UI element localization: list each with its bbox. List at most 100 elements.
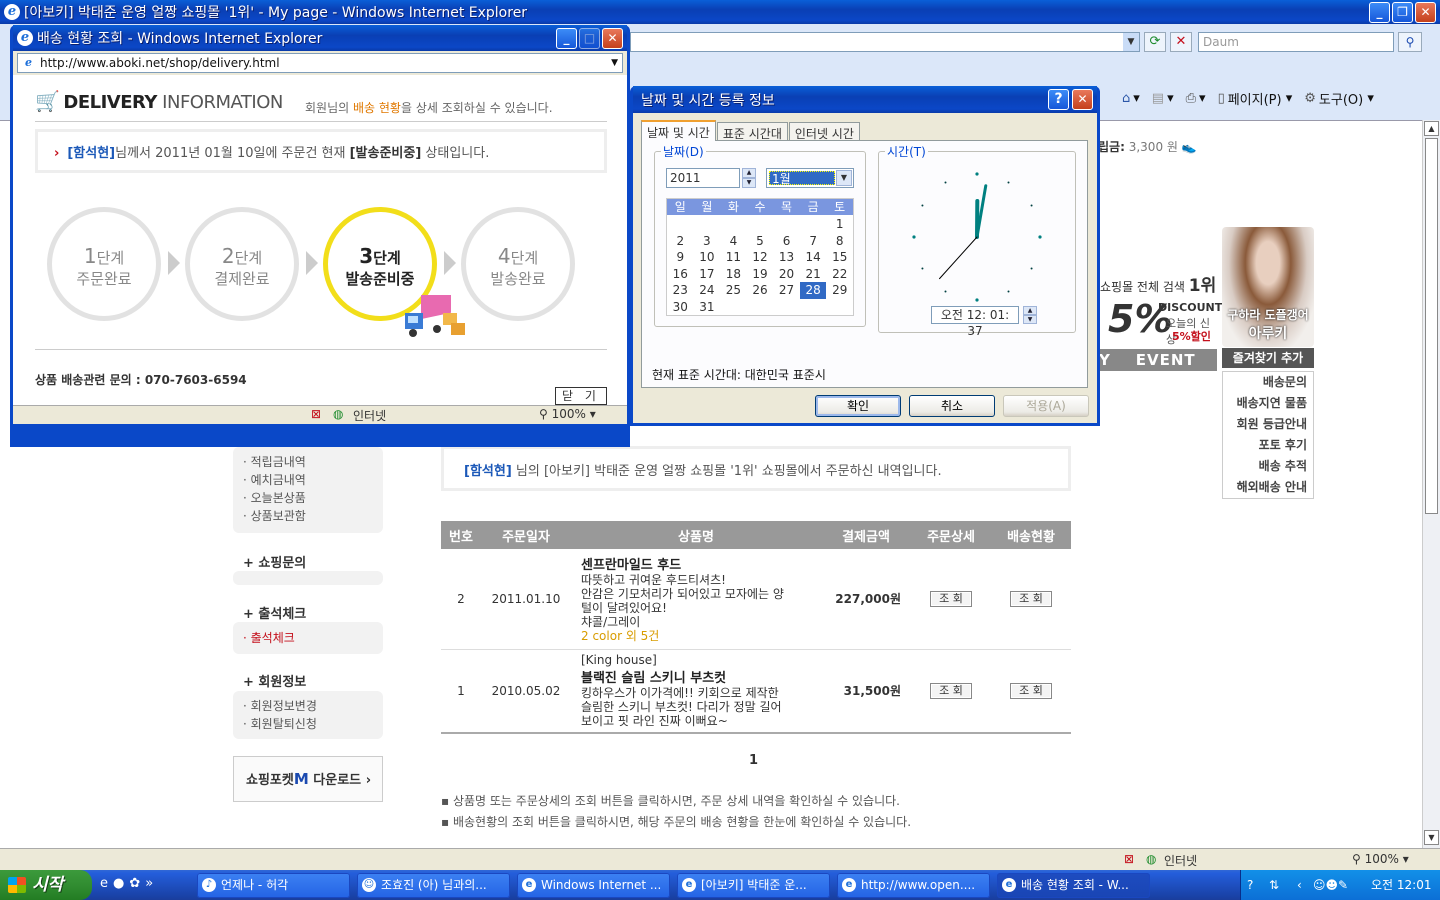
print-icon[interactable]: ⎙ ▾ bbox=[1186, 91, 1206, 106]
media-icon[interactable]: ✿ bbox=[129, 876, 140, 891]
chevron-right-icon[interactable]: » bbox=[145, 876, 153, 891]
event-menu-bar[interactable]: Y EVENT bbox=[1095, 349, 1217, 371]
product-name[interactable]: 블랙진 슬림 스키니 부츠컷 bbox=[581, 667, 821, 686]
sidebar-item-wishlist[interactable]: · 상품보관함 bbox=[243, 507, 373, 525]
month-select[interactable]: 1월 ▼ bbox=[766, 168, 854, 188]
refresh-icon[interactable]: ⟳ bbox=[1144, 32, 1166, 52]
calendar-day[interactable]: 12 bbox=[747, 249, 774, 266]
tab-date-time[interactable]: 날짜 및 시간 bbox=[641, 120, 716, 141]
scroll-thumb[interactable] bbox=[1425, 138, 1438, 514]
discount-banner[interactable]: 5% DISCOUNT 오늘의 신상 5%할인 bbox=[1108, 297, 1222, 347]
tools-menu[interactable]: ⚙ 도구(O) ▾ bbox=[1304, 89, 1374, 108]
task-button[interactable]: ♪ 언제나 - 허각 bbox=[197, 873, 350, 898]
task-button[interactable]: e http://www.open.... bbox=[837, 873, 990, 898]
calendar-day[interactable]: 26 bbox=[747, 282, 774, 299]
year-spinner[interactable]: ▲ ▼ bbox=[742, 168, 756, 188]
sidebar-item-attendance[interactable]: · 출석체크 bbox=[243, 624, 373, 652]
scroll-down-icon[interactable]: ▼ bbox=[1424, 830, 1439, 845]
scroll-up-icon[interactable]: ▲ bbox=[1424, 121, 1439, 136]
calendar-day[interactable]: 9 bbox=[667, 249, 694, 266]
close-window-button[interactable]: ✕ bbox=[602, 27, 623, 49]
sidebar-head-attendance[interactable]: + 출석체크 bbox=[243, 603, 306, 622]
chevron-down-icon[interactable]: ▼ bbox=[611, 54, 618, 72]
tab-timezone[interactable]: 표준 시간대 bbox=[716, 122, 788, 141]
calendar-day[interactable]: 5 bbox=[747, 233, 774, 250]
quick-menu-item[interactable]: 배송 추적 bbox=[1223, 456, 1313, 477]
quick-menu-item[interactable]: 회원 등급안내 bbox=[1223, 414, 1313, 435]
search-input[interactable]: Daum bbox=[1198, 32, 1394, 52]
app-download-button[interactable]: 쇼핑포켓M 다운로드 › bbox=[233, 756, 383, 802]
delivery-status-button[interactable]: 조 회 bbox=[1010, 682, 1052, 699]
calendar-day[interactable]: 29 bbox=[826, 282, 853, 299]
sidebar-item-deposit[interactable]: · 예치금내역 bbox=[243, 471, 373, 489]
calendar-day[interactable]: 24 bbox=[694, 282, 721, 299]
calendar-day[interactable]: 1 bbox=[826, 216, 853, 233]
clock[interactable]: 오전 12:01 bbox=[1371, 870, 1431, 900]
calendar-day[interactable]: 23 bbox=[667, 282, 694, 299]
delivery-address-bar[interactable]: e http://www.aboki.net/shop/delivery.htm… bbox=[17, 53, 623, 73]
pagination-page[interactable]: 1 bbox=[749, 753, 758, 768]
sidebar-item-member-withdraw[interactable]: · 회원탈퇴신청 bbox=[243, 715, 373, 733]
zoom-control[interactable]: ⚲ 100% ▾ bbox=[539, 407, 596, 421]
delivery-status-button[interactable]: 조 회 bbox=[1010, 590, 1052, 607]
quick-menu-item[interactable]: 배송문의 bbox=[1223, 372, 1313, 393]
tray-icons[interactable]: ☺☻✎ bbox=[1313, 870, 1348, 900]
calendar-day[interactable]: 4 bbox=[720, 233, 747, 250]
calendar-day[interactable]: 7 bbox=[800, 233, 827, 250]
task-button[interactable]: e [아보키] 박태준 운... bbox=[677, 873, 830, 898]
product-cell[interactable]: [King house] 블랙진 슬림 스키니 부츠컷 킹하우스가 이가격에!!… bbox=[571, 649, 821, 734]
restore-button[interactable]: ❐ bbox=[1392, 1, 1413, 23]
page-menu[interactable]: ▯ 페이지(P) ▾ bbox=[1218, 89, 1293, 108]
sidebar-head-shop-inquiry[interactable]: + 쇼핑문의 bbox=[243, 552, 306, 571]
calendar-day[interactable]: 11 bbox=[720, 249, 747, 266]
feeds-icon[interactable]: ▤ ▾ bbox=[1152, 91, 1174, 106]
calendar-day[interactable]: 2 bbox=[667, 233, 694, 250]
zoom-control[interactable]: ⚲ 100% ▾ bbox=[1352, 852, 1409, 866]
calendar-day[interactable]: 8 bbox=[826, 233, 853, 250]
calendar-day[interactable]: 18 bbox=[720, 266, 747, 283]
address-dropdown-icon[interactable]: ▼ bbox=[1123, 33, 1139, 51]
help-icon[interactable]: ? bbox=[1247, 870, 1253, 900]
time-input[interactable]: 오전 12: 01: 37 bbox=[931, 306, 1019, 338]
order-detail-button[interactable]: 조 회 bbox=[930, 682, 972, 699]
address-bar[interactable]: ▼ bbox=[630, 32, 1140, 52]
calendar-day[interactable]: 20 bbox=[773, 266, 800, 283]
order-detail-button[interactable]: 조 회 bbox=[930, 590, 972, 607]
task-button[interactable]: e Windows Internet ... bbox=[517, 873, 670, 898]
add-favorite-button[interactable]: 즐겨찾기 추가 bbox=[1222, 348, 1314, 368]
calendar-days[interactable]: 1 2 3 4 5 6 7 8 9 10 11 12 13 14 15 16 17 18 19 20 21 22 23 24 2… bbox=[667, 216, 853, 316]
calendar[interactable]: 일월화수목금토 1 2 3 4 5 6 7 8 9 10 11 12 13 14 15 16 17 18 19 20 2… bbox=[666, 198, 854, 316]
calendar-day[interactable]: 6 bbox=[773, 233, 800, 250]
task-button-active[interactable]: e 배송 현황 조회 - W... bbox=[997, 873, 1150, 898]
calendar-day[interactable]: 25 bbox=[720, 282, 747, 299]
help-button[interactable]: ? bbox=[1048, 89, 1069, 110]
calendar-day[interactable]: 30 bbox=[667, 299, 694, 316]
calendar-day[interactable]: 16 bbox=[667, 266, 694, 283]
calendar-day[interactable]: 15 bbox=[826, 249, 853, 266]
calendar-day[interactable]: 19 bbox=[747, 266, 774, 283]
home-icon[interactable]: ⌂ ▾ bbox=[1122, 91, 1140, 106]
network-icon[interactable]: ⇅ bbox=[1269, 870, 1279, 900]
product-name[interactable]: 센프란마일드 후드 bbox=[581, 554, 821, 573]
task-button[interactable]: ☺ 조효진 (아) 님과의... bbox=[357, 873, 510, 898]
ok-button[interactable]: 확인 bbox=[815, 395, 901, 417]
search-icon[interactable]: ⚲ bbox=[1398, 32, 1422, 52]
start-button[interactable]: 시작 bbox=[0, 870, 92, 900]
year-input[interactable]: 2011 bbox=[666, 168, 740, 188]
sidebar-item-member-edit[interactable]: · 회원정보변경 bbox=[243, 697, 373, 715]
sidebar-head-member[interactable]: + 회원정보 bbox=[243, 671, 306, 690]
tab-internet-time[interactable]: 인터넷 시간 bbox=[788, 122, 860, 141]
quick-menu-item[interactable]: 포토 후기 bbox=[1223, 435, 1313, 456]
minimize-button[interactable]: _ bbox=[1369, 1, 1390, 23]
vertical-scrollbar[interactable]: ▲ ▼ bbox=[1422, 120, 1440, 848]
calendar-day[interactable]: 10 bbox=[694, 249, 721, 266]
calendar-day-selected[interactable]: 28 bbox=[799, 282, 827, 299]
calendar-day[interactable]: 27 bbox=[773, 282, 800, 299]
stop-icon[interactable]: ✕ bbox=[1170, 32, 1192, 52]
product-cell[interactable]: 센프란마일드 후드 따뜻하고 귀여운 후드티셔츠! 안감은 기모처리가 되어있고… bbox=[571, 549, 821, 650]
ie-icon[interactable]: e bbox=[100, 876, 108, 891]
calendar-day[interactable]: 21 bbox=[800, 266, 827, 283]
time-spinner[interactable]: ▲ ▼ bbox=[1023, 306, 1037, 324]
calendar-day[interactable]: 3 bbox=[694, 233, 721, 250]
close-dialog-button[interactable]: ✕ bbox=[1072, 89, 1093, 110]
